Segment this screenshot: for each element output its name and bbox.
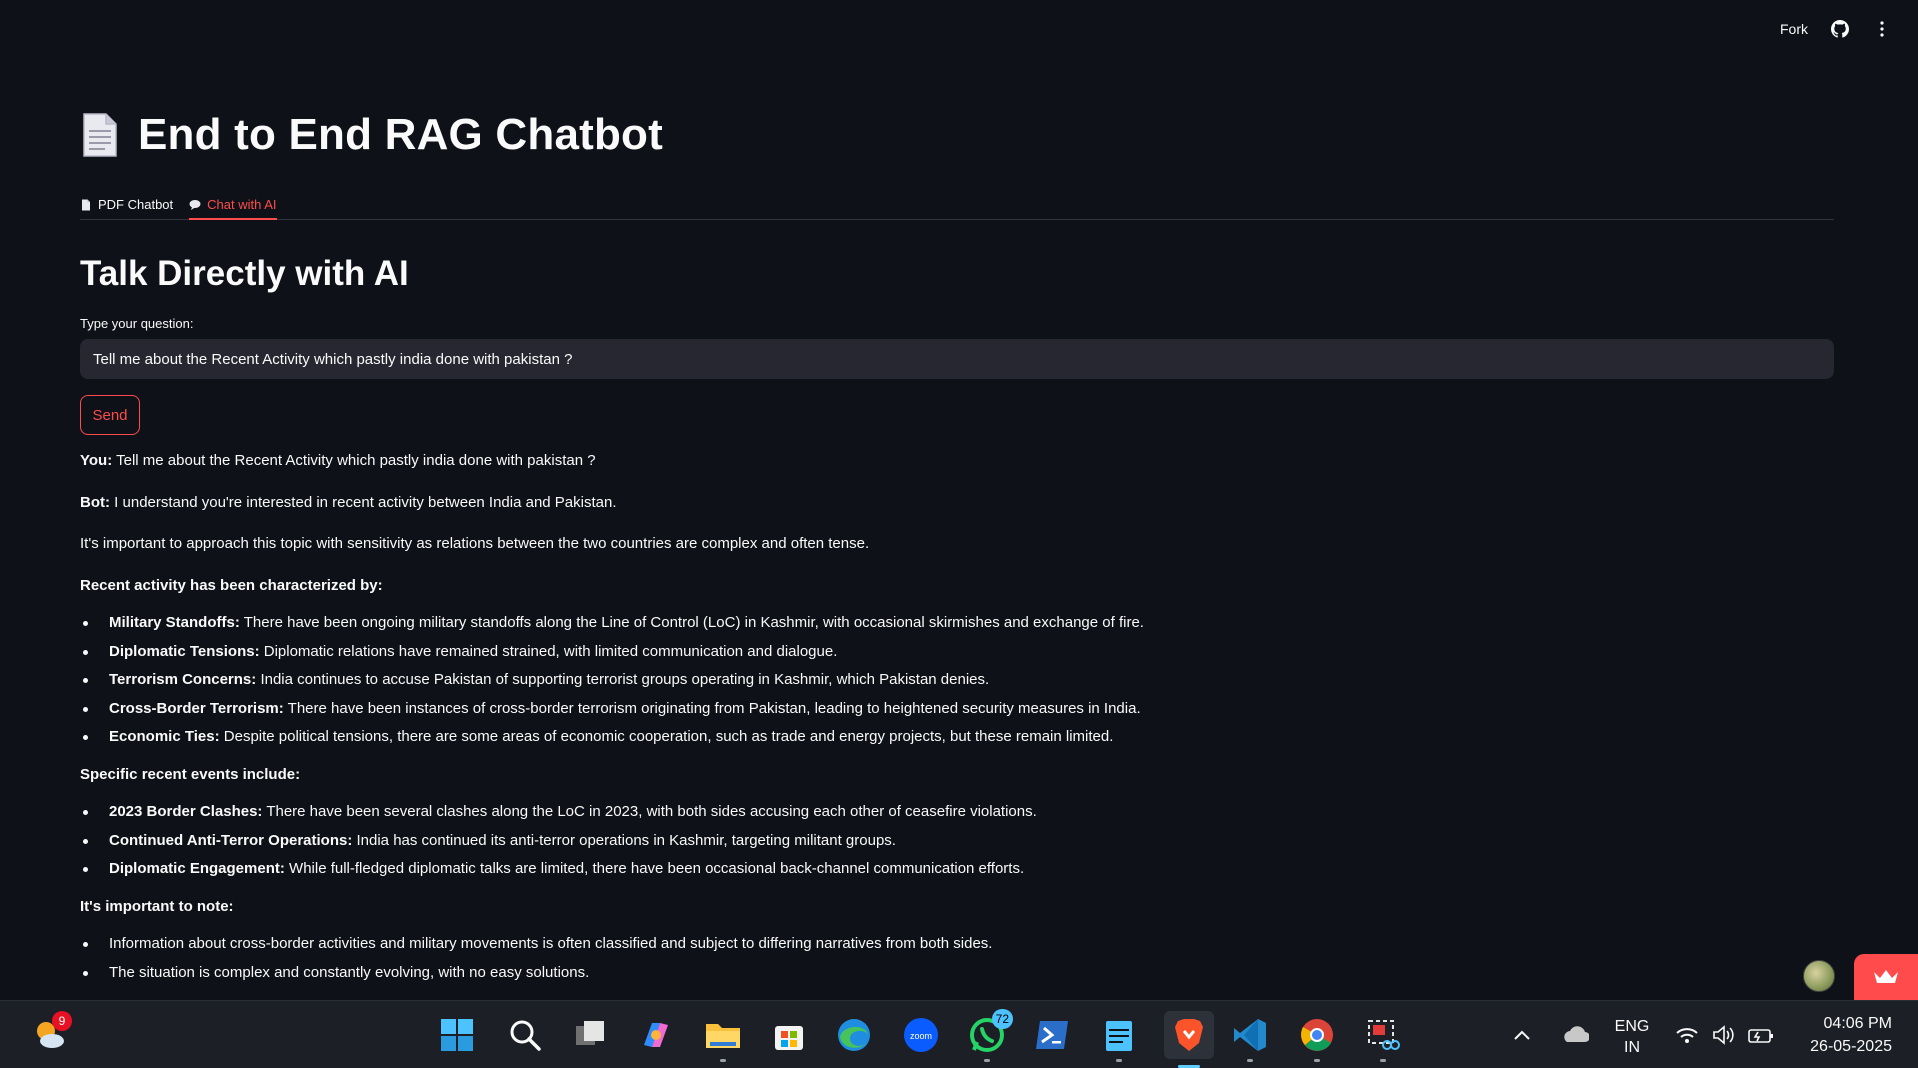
- battery-icon[interactable]: [1746, 1015, 1776, 1055]
- clock-time: 04:06 PM: [1823, 1015, 1892, 1032]
- question-label: Type your question:: [80, 316, 194, 331]
- page-icon: [82, 199, 90, 210]
- recent-activity-list: Military Standoffs: There have been ongo…: [80, 613, 1834, 747]
- bot-heading: Recent activity has been characterized b…: [80, 576, 383, 594]
- list-item: 2023 Border Clashes: There have been sev…: [80, 802, 1834, 822]
- list-item: Diplomatic Engagement: While full-fledge…: [80, 859, 1834, 879]
- list-item: The situation is complex and constantly …: [80, 963, 1834, 983]
- wifi-icon[interactable]: [1672, 1015, 1702, 1055]
- tab-chat-with-ai[interactable]: Chat with AI: [189, 188, 277, 220]
- copilot-icon[interactable]: [636, 1015, 676, 1055]
- task-view-icon[interactable]: [570, 1015, 610, 1055]
- streamlit-crown-icon[interactable]: [1854, 954, 1918, 1000]
- list-item: Economic Ties: Despite political tension…: [80, 727, 1834, 747]
- notepad-icon[interactable]: [1099, 1015, 1139, 1062]
- list-item: Continued Anti-Terror Operations: India …: [80, 831, 1834, 851]
- tab-label: Chat with AI: [207, 197, 277, 212]
- edge-icon[interactable]: [834, 1015, 874, 1055]
- question-input[interactable]: [80, 339, 1834, 379]
- volume-icon[interactable]: [1709, 1015, 1739, 1055]
- document-icon: [80, 112, 120, 158]
- weather-icon[interactable]: 9: [30, 1011, 72, 1055]
- bot-heading: Specific recent events include:: [80, 765, 301, 783]
- system-clock[interactable]: 04:06 PM 26-05-2025: [1810, 1012, 1892, 1058]
- chat-history: You: Tell me about the Recent Activity w…: [80, 451, 1834, 982]
- zoom-icon[interactable]: zoom: [901, 1015, 941, 1055]
- language-indicator[interactable]: ENG IN: [1604, 1016, 1660, 1058]
- snipping-tool-icon[interactable]: [1363, 1015, 1403, 1062]
- list-item: Information about cross-border activitie…: [80, 934, 1834, 954]
- bot-message: Bot: I understand you're interested in r…: [80, 493, 1834, 513]
- file-explorer-icon[interactable]: [703, 1015, 743, 1062]
- microsoft-store-icon[interactable]: [769, 1015, 809, 1055]
- user-text: Tell me about the Recent Activity which …: [116, 452, 596, 469]
- powershell-icon[interactable]: [1032, 1015, 1072, 1055]
- weather-badge: 9: [52, 1011, 72, 1031]
- user-message: You: Tell me about the Recent Activity w…: [80, 451, 1834, 471]
- github-icon[interactable]: [1830, 19, 1850, 39]
- speech-bubble-icon: [189, 199, 201, 210]
- list-item: Diplomatic Tensions: Diplomatic relation…: [80, 642, 1834, 662]
- page-title: End to End RAG Chatbot: [138, 110, 663, 159]
- bot-prefix: Bot:: [80, 493, 110, 511]
- windows-taskbar: 9 zoom 72 ENG IN 04:06 PM 26-05-2025: [0, 1000, 1918, 1068]
- more-menu-icon[interactable]: [1872, 19, 1892, 39]
- brave-browser-icon[interactable]: [1164, 1011, 1214, 1068]
- vscode-icon[interactable]: [1230, 1015, 1270, 1062]
- windows-start-icon[interactable]: [437, 1015, 477, 1055]
- list-item: Military Standoffs: There have been ongo…: [80, 613, 1834, 633]
- notes-list: Information about cross-border activitie…: [80, 934, 1834, 982]
- search-icon[interactable]: [505, 1015, 545, 1055]
- bot-paragraph: It's important to approach this topic wi…: [80, 535, 870, 552]
- clock-date: 26-05-2025: [1810, 1038, 1892, 1055]
- fork-button[interactable]: Fork: [1780, 21, 1808, 37]
- app-viewport: Fork End to End RAG Chatbot PDF Chatbot …: [0, 0, 1918, 1000]
- bot-text: I understand you're interested in recent…: [114, 493, 617, 511]
- chevron-up-icon[interactable]: [1507, 1015, 1537, 1055]
- avatar[interactable]: [1803, 960, 1835, 992]
- recent-events-list: 2023 Border Clashes: There have been sev…: [80, 802, 1834, 879]
- tab-label: PDF Chatbot: [98, 197, 174, 212]
- title-row: End to End RAG Chatbot: [80, 104, 1834, 166]
- list-item: Terrorism Concerns: India continues to a…: [80, 670, 1834, 690]
- list-item: Cross-Border Terrorism: There have been …: [80, 699, 1834, 719]
- whatsapp-badge: 72: [991, 1009, 1013, 1029]
- app-header: Fork: [0, 0, 1918, 58]
- section-title: Talk Directly with AI: [80, 254, 409, 293]
- bot-heading: It's important to note:: [80, 897, 234, 915]
- main-content: End to End RAG Chatbot PDF Chatbot Chat …: [80, 104, 1834, 1000]
- send-button[interactable]: Send: [80, 395, 140, 435]
- tab-pdf-chatbot[interactable]: PDF Chatbot: [80, 188, 173, 219]
- onedrive-icon[interactable]: [1557, 1015, 1593, 1055]
- chrome-icon[interactable]: [1297, 1015, 1337, 1062]
- tab-bar: PDF Chatbot Chat with AI: [80, 188, 1834, 220]
- whatsapp-icon[interactable]: 72: [967, 1009, 1013, 1062]
- svg-text:zoom: zoom: [910, 1031, 932, 1041]
- user-prefix: You:: [80, 452, 113, 469]
